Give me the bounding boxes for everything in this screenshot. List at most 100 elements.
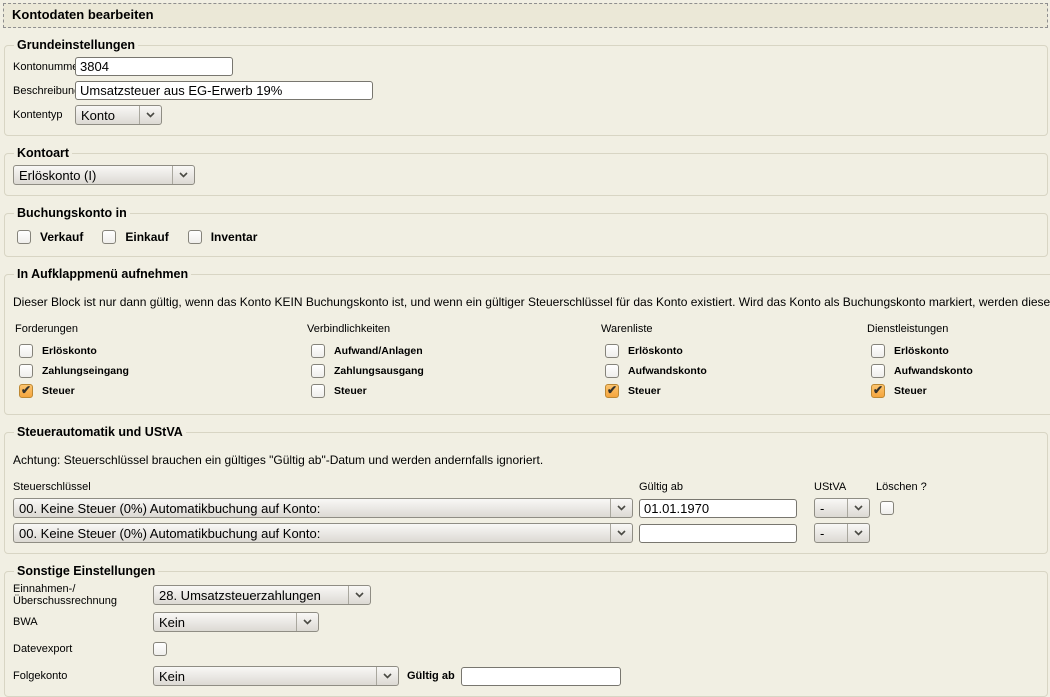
group-warenliste: Warenliste ✔ Erlöskonto ✔ Aufwandskonto …: [601, 323, 867, 404]
folgekonto-gueltig-ab-input[interactable]: [461, 667, 621, 686]
warenliste-erloeskonto-checkbox[interactable]: ✔: [605, 344, 619, 358]
header-gueltig-ab: Gültig ab: [639, 481, 814, 493]
kontentyp-select-value: Konto: [76, 108, 139, 123]
chevron-down-icon: [172, 166, 194, 184]
warenliste-aufwandskonto-checkbox[interactable]: ✔: [605, 364, 619, 378]
euer-row: Einnahmen-/Überschussrechnung 28. Umsatz…: [13, 583, 1039, 607]
folgekonto-select[interactable]: Kein: [153, 666, 399, 686]
dienstleistungen-aufwandskonto-checkbox[interactable]: ✔: [871, 364, 885, 378]
bwa-label: BWA: [13, 616, 153, 628]
kontentyp-label: Kontentyp: [13, 109, 75, 121]
forderungen-steuer-checkbox[interactable]: ✔: [19, 384, 33, 398]
verbindlichkeiten-aufwand-anlagen-checkbox[interactable]: ✔: [311, 344, 325, 358]
section-steuerautomatik-legend: Steuerautomatik und UStVA: [14, 425, 186, 439]
forderungen-zahlungseingang-checkbox[interactable]: ✔: [19, 364, 33, 378]
list-item: ✔ Erlöskonto: [19, 344, 307, 358]
einkauf-checkbox[interactable]: ✔: [102, 230, 116, 244]
ustva-select-2-value: -: [815, 526, 847, 541]
list-item: ✔ Steuer: [311, 384, 601, 398]
euer-select-value: 28. Umsatzsteuerzahlungen: [154, 588, 348, 603]
dienstleistungen-erloeskonto-checkbox[interactable]: ✔: [871, 344, 885, 358]
steuerschluessel-select-2-value: 00. Keine Steuer (0%) Automatikbuchung a…: [14, 526, 610, 541]
folgekonto-label: Folgekonto: [13, 670, 153, 682]
header-loeschen: Löschen ?: [876, 481, 927, 493]
checkbox-label: Aufwandskonto: [894, 365, 973, 377]
group-verbindlichkeiten: Verbindlichkeiten ✔ Aufwand/Anlagen ✔ Za…: [307, 323, 601, 404]
chevron-down-icon: [847, 524, 869, 542]
inventar-checkbox[interactable]: ✔: [188, 230, 202, 244]
checkbox-label: Steuer: [628, 385, 661, 397]
header-ustva: UStVA: [814, 481, 876, 493]
section-kontoart: Kontoart Erlöskonto (I): [4, 146, 1048, 196]
list-item: ✔ Steuer: [19, 384, 307, 398]
euer-label: Einnahmen-/Überschussrechnung: [13, 583, 153, 607]
group-forderungen-title: Forderungen: [15, 323, 307, 335]
ustva-select-1[interactable]: -: [814, 498, 870, 518]
section-aufklappmenu: In Aufklappmenü aufnehmen Dieser Block i…: [4, 267, 1050, 415]
group-dienstleistungen: Dienstleistungen ✔ Erlöskonto ✔ Aufwands…: [867, 323, 1050, 404]
datevexport-label: Datevexport: [13, 643, 153, 655]
section-buchungskonto-legend: Buchungskonto in: [14, 206, 130, 220]
checkbox-label: Aufwandskonto: [628, 365, 707, 377]
checkbox-label: Aufwand/Anlagen: [334, 345, 423, 357]
chevron-down-icon: [348, 586, 370, 604]
checkbox-label: Steuer: [334, 385, 367, 397]
checkbox-label: Steuer: [894, 385, 927, 397]
datevexport-checkbox[interactable]: ✔: [153, 642, 167, 656]
checkbox-label: Erlöskonto: [42, 345, 97, 357]
tax-table-header: Steuerschlüssel Gültig ab UStVA Löschen …: [13, 481, 1039, 493]
list-item: ✔ Erlöskonto: [605, 344, 867, 358]
chevron-down-icon: [376, 667, 398, 685]
list-item: ✔ Zahlungsausgang: [311, 364, 601, 378]
loeschen-checkbox-1[interactable]: ✔: [880, 501, 894, 515]
forderungen-erloeskonto-checkbox[interactable]: ✔: [19, 344, 33, 358]
check-icon: ✔: [21, 384, 31, 396]
folgekonto-select-value: Kein: [154, 669, 376, 684]
section-grundeinstellungen-legend: Grundeinstellungen: [14, 38, 138, 52]
group-warenliste-title: Warenliste: [601, 323, 867, 335]
chevron-down-icon: [139, 106, 161, 124]
section-buchungskonto: Buchungskonto in ✔ Verkauf ✔ Einkauf ✔ I…: [4, 206, 1048, 257]
beschreibung-input[interactable]: [75, 81, 373, 100]
list-item: ✔ Aufwandskonto: [605, 364, 867, 378]
gueltig-ab-input-1[interactable]: [639, 499, 797, 518]
dienstleistungen-steuer-checkbox[interactable]: ✔: [871, 384, 885, 398]
gueltig-ab-input-2[interactable]: [639, 524, 797, 543]
check-icon: ✔: [607, 384, 617, 396]
ustva-select-2[interactable]: -: [814, 523, 870, 543]
inventar-checkbox-label: Inventar: [211, 230, 258, 244]
list-item: ✔ Steuer: [605, 384, 867, 398]
steuerautomatik-warning: Achtung: Steuerschlüssel brauchen ein gü…: [13, 453, 1039, 467]
beschreibung-row: Beschreibung: [13, 81, 1039, 100]
kontentyp-select[interactable]: Konto: [75, 105, 162, 125]
checkbox-label: Zahlungseingang: [42, 365, 129, 377]
list-item: ✔ Aufwandskonto: [871, 364, 1050, 378]
steuerschluessel-select-2[interactable]: 00. Keine Steuer (0%) Automatikbuchung a…: [13, 523, 633, 543]
list-item: ✔ Aufwand/Anlagen: [311, 344, 601, 358]
beschreibung-label: Beschreibung: [13, 85, 75, 97]
section-sonstige-legend: Sonstige Einstellungen: [14, 564, 158, 578]
bwa-row: BWA Kein: [13, 612, 1039, 632]
chevron-down-icon: [610, 524, 632, 542]
list-item: ✔ Zahlungseingang: [19, 364, 307, 378]
section-aufklappmenu-legend: In Aufklappmenü aufnehmen: [14, 267, 191, 281]
checkbox-label: Zahlungsausgang: [334, 365, 424, 377]
steuerschluessel-select-1[interactable]: 00. Keine Steuer (0%) Automatikbuchung a…: [13, 498, 633, 518]
kontonummer-row: Kontonummer: [13, 57, 1039, 76]
chevron-down-icon: [610, 499, 632, 517]
bwa-select[interactable]: Kein: [153, 612, 319, 632]
checkbox-label: Erlöskonto: [628, 345, 683, 357]
aufklappmenu-description: Dieser Block ist nur dann gültig, wenn d…: [13, 295, 1050, 309]
verbindlichkeiten-zahlungsausgang-checkbox[interactable]: ✔: [311, 364, 325, 378]
kontoart-select[interactable]: Erlöskonto (I): [13, 165, 195, 185]
bwa-select-value: Kein: [154, 615, 296, 630]
header-steuerschluessel: Steuerschlüssel: [13, 481, 639, 493]
euer-select[interactable]: 28. Umsatzsteuerzahlungen: [153, 585, 371, 605]
verbindlichkeiten-steuer-checkbox[interactable]: ✔: [311, 384, 325, 398]
warenliste-steuer-checkbox[interactable]: ✔: [605, 384, 619, 398]
folgekonto-gueltig-ab-label: Gültig ab: [407, 670, 455, 682]
kontonummer-input[interactable]: [75, 57, 233, 76]
verkauf-checkbox[interactable]: ✔: [17, 230, 31, 244]
checkbox-label: Erlöskonto: [894, 345, 949, 357]
verkauf-checkbox-label: Verkauf: [40, 230, 83, 244]
